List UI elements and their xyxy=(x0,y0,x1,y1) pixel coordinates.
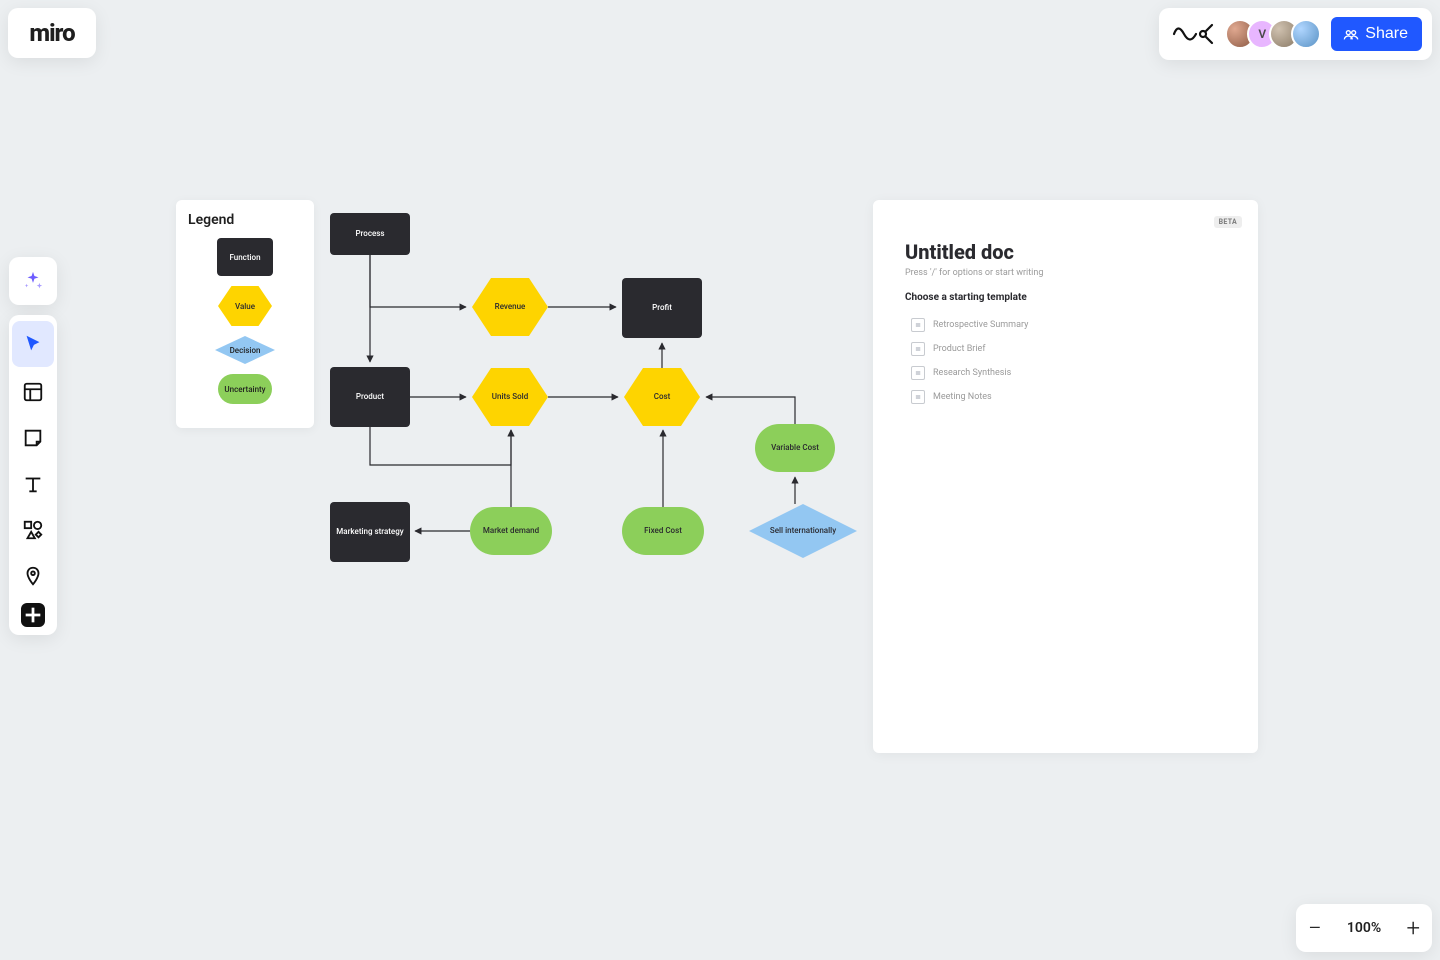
sparkle-icon xyxy=(22,270,44,292)
avatar-initial: V xyxy=(1258,27,1266,41)
node-label: Profit xyxy=(652,303,672,313)
legend-item-decision: Decision xyxy=(186,336,304,364)
text-icon xyxy=(22,473,44,495)
zoom-level[interactable]: 100% xyxy=(1347,920,1381,936)
node-label: Market demand xyxy=(483,526,539,536)
doc-panel[interactable]: BETA Untitled doc Press '/' for options … xyxy=(873,200,1258,753)
zoom-in-button[interactable]: + xyxy=(1406,916,1420,940)
app-logo[interactable]: miro xyxy=(8,8,96,58)
template-label: Meeting Notes xyxy=(933,392,992,402)
doc-icon: ≣ xyxy=(911,366,925,380)
template-item[interactable]: ≣ Product Brief xyxy=(905,337,1226,361)
avatar[interactable] xyxy=(1291,19,1321,49)
doc-templates-heading: Choose a starting template xyxy=(905,292,1226,303)
frame-tool[interactable] xyxy=(9,369,57,415)
doc-title[interactable]: Untitled doc xyxy=(905,240,1226,264)
node-cost[interactable]: Cost xyxy=(624,368,700,426)
ai-tool-button[interactable] xyxy=(9,257,57,305)
node-varcost[interactable]: Variable Cost xyxy=(755,424,835,472)
node-market[interactable]: Market demand xyxy=(470,507,552,555)
template-item[interactable]: ≣ Retrospective Summary xyxy=(905,313,1226,337)
legend-card[interactable]: Legend Function Value Decision Uncertain… xyxy=(176,200,314,428)
share-icon xyxy=(1343,26,1359,42)
share-button[interactable]: Share xyxy=(1331,17,1422,51)
legend-label: Value xyxy=(235,302,255,311)
doc-icon: ≣ xyxy=(911,390,925,404)
legend-title: Legend xyxy=(188,212,304,228)
topbar: V Share xyxy=(1159,8,1432,60)
template-item[interactable]: ≣ Research Synthesis xyxy=(905,361,1226,385)
node-product[interactable]: Product xyxy=(330,367,410,427)
node-process[interactable]: Process xyxy=(330,213,410,255)
node-revenue[interactable]: Revenue xyxy=(472,278,548,336)
template-label: Retrospective Summary xyxy=(933,320,1028,330)
frame-icon xyxy=(22,381,44,403)
zoom-out-button[interactable]: − xyxy=(1308,916,1322,940)
shapes-icon xyxy=(22,519,44,541)
legend-item-uncertainty: Uncertainty xyxy=(186,374,304,404)
doc-hint: Press '/' for options or start writing xyxy=(905,268,1226,278)
pen-icon xyxy=(22,565,44,587)
legend-label: Decision xyxy=(230,346,261,355)
node-fixed[interactable]: Fixed Cost xyxy=(622,507,704,555)
legend-item-function: Function xyxy=(186,238,304,276)
main-toolbar xyxy=(9,315,57,635)
select-tool[interactable] xyxy=(12,321,54,367)
node-intl[interactable]: Sell internationally xyxy=(749,504,857,558)
sticky-icon xyxy=(22,427,44,449)
shapes-tool[interactable] xyxy=(9,507,57,553)
node-marketing[interactable]: Marketing strategy xyxy=(330,502,410,562)
template-label: Research Synthesis xyxy=(933,368,1011,378)
node-profit[interactable]: Profit xyxy=(622,278,702,338)
share-button-label: Share xyxy=(1365,25,1408,43)
node-label: Fixed Cost xyxy=(644,526,682,536)
collaborator-avatars[interactable]: V xyxy=(1225,19,1321,49)
node-label: Process xyxy=(355,229,384,239)
legend-label: Function xyxy=(229,253,260,262)
cursor-icon xyxy=(22,333,44,355)
node-label: Variable Cost xyxy=(771,443,819,453)
node-label: Sell internationally xyxy=(770,526,836,536)
doc-icon: ≣ xyxy=(911,342,925,356)
beta-badge: BETA xyxy=(1214,216,1242,228)
legend-label: Uncertainty xyxy=(224,385,265,394)
reactions-button[interactable] xyxy=(1169,21,1215,47)
template-item[interactable]: ≣ Meeting Notes xyxy=(905,385,1226,409)
template-label: Product Brief xyxy=(933,344,985,354)
node-label: Product xyxy=(356,392,384,402)
pen-tool[interactable] xyxy=(9,553,57,599)
node-units[interactable]: Units Sold xyxy=(472,368,548,426)
node-label: Revenue xyxy=(495,302,526,312)
canvas-stage[interactable]: Legend Function Value Decision Uncertain… xyxy=(0,0,1440,960)
node-label: Cost xyxy=(654,392,671,402)
zoom-control: − 100% + xyxy=(1296,904,1432,952)
legend-item-value: Value xyxy=(186,286,304,326)
text-tool[interactable] xyxy=(9,461,57,507)
doc-icon: ≣ xyxy=(911,318,925,332)
node-label: Marketing strategy xyxy=(336,527,403,537)
node-label: Units Sold xyxy=(492,392,528,402)
app-logo-text: miro xyxy=(29,19,74,47)
sticky-tool[interactable] xyxy=(9,415,57,461)
edge-process-revenue[interactable] xyxy=(370,255,466,307)
plus-icon xyxy=(22,604,44,626)
edge-product-units_below[interactable] xyxy=(370,427,511,465)
add-tool[interactable] xyxy=(21,603,45,627)
